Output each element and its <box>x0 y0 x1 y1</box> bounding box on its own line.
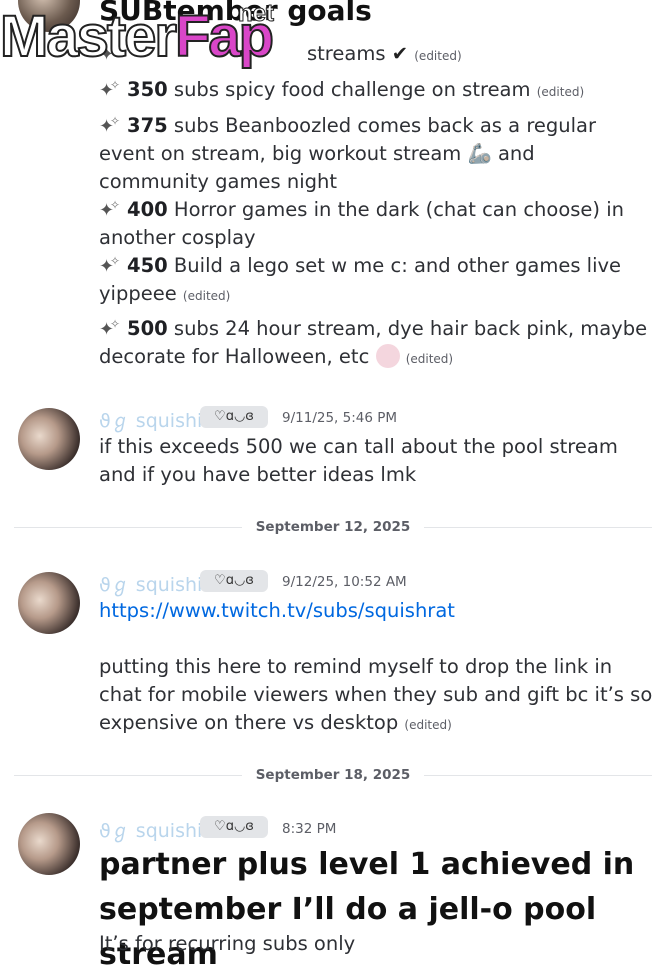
avatar[interactable] <box>18 813 80 875</box>
emoji-icon <box>375 344 400 368</box>
message-text: It’s for recurring subs only <box>99 932 356 955</box>
message-text: putting this here to remind myself to dr… <box>99 655 653 734</box>
sparkle-icon <box>99 191 123 225</box>
username[interactable]: ϑℊ squishi <box>99 570 202 597</box>
watermark-logo: MasterFap <box>0 3 275 70</box>
goal-line: 350 subs spicy food challenge on stream … <box>99 71 649 106</box>
sparkle-icon <box>99 107 123 141</box>
user-badge[interactable]: ♡ɑ◡ɞ <box>200 406 268 428</box>
message-link[interactable]: https://www.twitch.tv/subs/squishrat <box>99 597 654 625</box>
sparkle-icon <box>99 310 123 344</box>
user-badge[interactable]: ♡ɑ◡ɞ <box>200 570 268 592</box>
message-text: if this exceeds 500 we can tall about th… <box>99 435 618 486</box>
username[interactable]: ϑℊ squishi <box>99 406 202 433</box>
user-badge[interactable]: ♡ɑ◡ɞ <box>200 816 268 838</box>
timestamp: 8:32 PM <box>282 821 337 837</box>
date-divider-label: September 12, 2025 <box>0 519 666 535</box>
timestamp: 9/11/25, 5:46 PM <box>282 410 398 426</box>
goal-line: 400 Horror games in the dark (chat can c… <box>99 191 649 252</box>
timestamp: 9/12/25, 10:52 AM <box>282 574 407 590</box>
date-divider-label: September 18, 2025 <box>0 767 666 783</box>
watermark-small-text: net <box>238 0 275 28</box>
goal-line: 500 subs 24 hour stream, dye hair back p… <box>99 310 649 373</box>
goal-line: 375 subs Beanboozled comes back as a reg… <box>99 107 649 196</box>
avatar[interactable] <box>18 572 80 634</box>
username[interactable]: ϑℊ squishi <box>99 816 202 843</box>
sparkle-icon <box>99 247 123 281</box>
goal-line: 450 Build a lego set w me c: and other g… <box>99 247 649 310</box>
avatar[interactable] <box>18 408 80 470</box>
sparkle-icon <box>99 71 123 105</box>
